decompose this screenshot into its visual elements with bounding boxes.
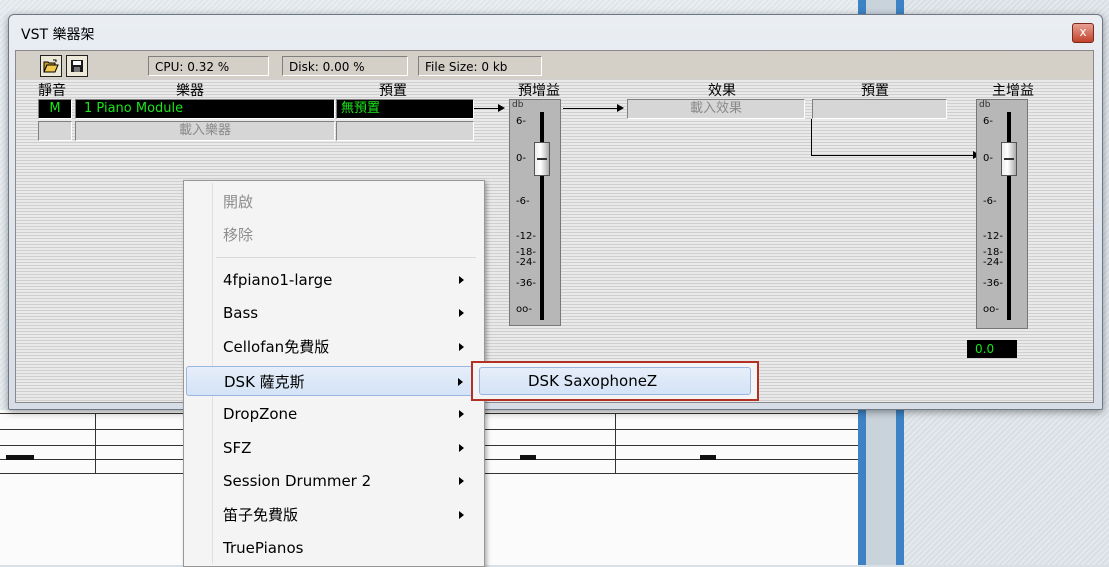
submenu-arrow-icon <box>459 276 464 284</box>
menu-item-label: 笛子免費版 <box>223 506 299 524</box>
close-button[interactable]: x <box>1072 23 1094 43</box>
column-header-effect: 效果 <box>708 83 736 99</box>
menu-item-bass[interactable]: Bass <box>186 298 480 328</box>
column-header-mute: 靜音 <box>38 83 66 99</box>
submenu-arrow-icon <box>459 410 464 418</box>
fader-unit-label: db <box>512 100 524 110</box>
fader-tick: -6- <box>983 196 997 207</box>
menu-item-dropzone[interactable]: DropZone <box>186 399 480 429</box>
file-size-readout: File Size: 0 kb <box>418 56 542 76</box>
save-button[interactable] <box>66 55 88 77</box>
fader-tick: -12- <box>516 231 536 242</box>
fader-tick: 6- <box>516 116 526 127</box>
submenu-arrow-icon <box>458 378 463 386</box>
menu-item-label: 4fpiano1-large <box>223 271 333 289</box>
fader-tick: -12- <box>983 231 1003 242</box>
menu-item-sfz[interactable]: SFZ <box>186 433 480 463</box>
signal-wire <box>474 108 500 109</box>
load-effect-slot[interactable]: 載入效果 <box>627 99 805 119</box>
floppy-disk-icon <box>71 60 83 72</box>
menu-item-label: DSK 薩克斯 <box>224 373 305 391</box>
menu-item-label: 開啟 <box>223 193 254 211</box>
whole-rest <box>700 455 716 460</box>
fader-tick: -24- <box>983 257 1003 268</box>
fader-unit-label: db <box>979 100 991 110</box>
signal-wire <box>811 119 812 155</box>
whole-rest <box>6 455 34 460</box>
submenu-item-dsk-saxophonez[interactable]: DSK SaxophoneZ <box>479 367 751 395</box>
fader-tick: -36- <box>516 278 536 289</box>
window-title: VST 樂器架 <box>21 27 95 43</box>
instrument-rack: 靜音 樂器 預置 預增益 效果 預置 主增益 M 1 Piano Module … <box>16 79 1093 402</box>
menu-item-4fpiano1-large[interactable]: 4fpiano1-large <box>186 265 480 295</box>
open-button[interactable] <box>40 55 62 77</box>
master-gain-fader: db 6- 0- -6- -12- -18- -24- -36- oo- <box>976 99 1028 329</box>
menu-item-label: 移除 <box>223 226 254 244</box>
submenu-arrow-icon <box>459 343 464 351</box>
preset-select-empty[interactable] <box>336 121 474 141</box>
folder-open-icon <box>43 59 59 73</box>
menu-separator <box>216 257 476 258</box>
window-client-area: CPU: 0.32 % Disk: 0.00 % File Size: 0 kb… <box>15 50 1094 403</box>
column-header-instrument: 樂器 <box>176 83 204 99</box>
whole-rest <box>520 455 536 460</box>
submenu-arrow-icon <box>459 444 464 452</box>
menu-item-flute[interactable]: 笛子免費版 <box>186 500 480 530</box>
fader-tick: -36- <box>983 278 1003 289</box>
menu-item-label: DropZone <box>223 405 298 423</box>
pre-gain-fader-knob[interactable] <box>534 142 550 176</box>
column-header-master-gain: 主增益 <box>992 83 1034 99</box>
menu-item-open[interactable]: 開啟 <box>186 187 480 217</box>
fader-tick: 0- <box>983 153 993 164</box>
menu-item-label: SFZ <box>223 439 252 457</box>
menu-item-label: Session Drummer 2 <box>223 472 372 490</box>
fader-tick: oo- <box>983 304 1000 315</box>
menu-item-label: Bass <box>223 304 259 322</box>
mute-toggle-empty[interactable] <box>38 121 72 141</box>
bar-line <box>615 413 616 473</box>
load-instrument-slot[interactable]: 載入樂器 <box>75 121 335 141</box>
submenu-arrow-icon <box>459 309 464 317</box>
toolbar: CPU: 0.32 % Disk: 0.00 % File Size: 0 kb <box>16 51 1093 79</box>
master-gain-value: 0.0 <box>967 340 1017 358</box>
submenu-arrow-icon <box>459 511 464 519</box>
fader-tick: 0- <box>516 153 526 164</box>
context-menu: 開啟 移除 4fpiano1-large Bass Cellofan免費版 DS… <box>183 180 485 567</box>
submenu: DSK SaxophoneZ <box>471 361 759 401</box>
signal-arrow <box>617 104 624 112</box>
instrument-slot-1[interactable]: 1 Piano Module <box>75 99 335 119</box>
menu-item-remove[interactable]: 移除 <box>186 220 480 250</box>
preset-select-1[interactable]: 無預置 <box>336 99 474 119</box>
fader-tick: -24- <box>516 257 536 268</box>
vst-rack-window: VST 樂器架 x CPU: 0.32 % Disk: 0.00 % File … <box>8 14 1103 410</box>
menu-item-label: TruePianos <box>223 539 304 557</box>
mute-toggle[interactable]: M <box>38 99 72 119</box>
bar-line <box>95 413 96 473</box>
fader-tick: -6- <box>516 196 530 207</box>
menu-item-label: Cellofan免費版 <box>223 338 330 356</box>
cpu-readout: CPU: 0.32 % <box>148 56 269 76</box>
submenu-arrow-icon <box>459 477 464 485</box>
master-gain-fader-knob[interactable] <box>1001 142 1017 176</box>
column-header-pre-gain: 預增益 <box>518 83 560 99</box>
disk-readout: Disk: 0.00 % <box>282 56 408 76</box>
signal-arrow <box>498 104 505 112</box>
fader-tick: oo- <box>516 304 533 315</box>
signal-wire <box>563 108 619 109</box>
menu-item-dsk-sax[interactable]: DSK 薩克斯 <box>186 366 480 396</box>
menu-item-session-drummer-2[interactable]: Session Drummer 2 <box>186 466 480 496</box>
pre-gain-fader: db 6- 0- -6- -12- -18- -24- -36- oo- <box>509 99 561 326</box>
column-header-preset: 預置 <box>379 83 407 99</box>
menu-item-truepianos[interactable]: TruePianos <box>186 533 480 563</box>
effect-preset-select[interactable] <box>812 99 947 119</box>
fader-tick: 6- <box>983 116 993 127</box>
signal-wire <box>811 155 975 156</box>
menu-item-cellofan[interactable]: Cellofan免費版 <box>186 332 480 362</box>
column-header-effect-preset: 預置 <box>861 83 889 99</box>
